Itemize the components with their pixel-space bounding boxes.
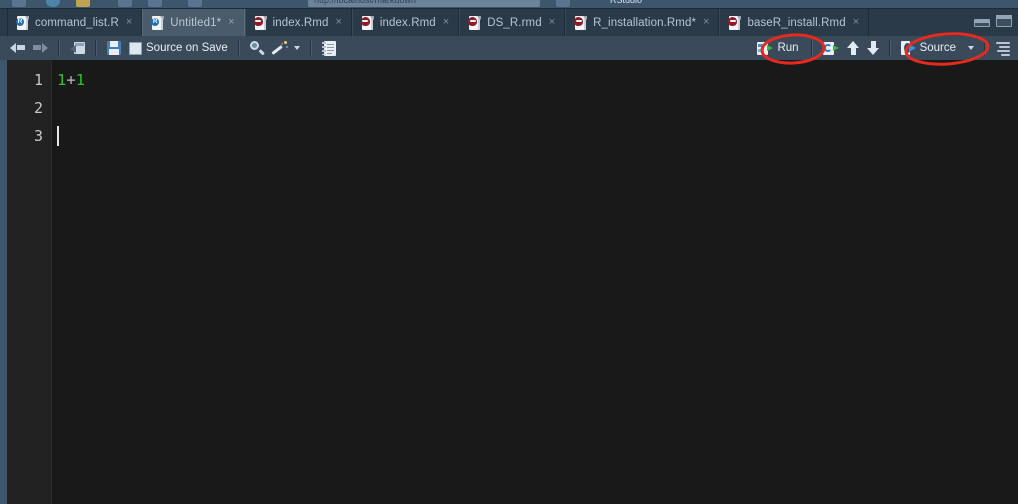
close-icon[interactable]: × [335, 16, 341, 28]
editor-tab-label: command_list.R [35, 16, 119, 29]
run-label: Run [777, 42, 799, 54]
run-icon [757, 41, 774, 55]
forward-arrow-icon [33, 42, 48, 54]
text-cursor [57, 126, 59, 146]
editor-tab-label: baseR_install.Rmd [747, 16, 846, 29]
find-replace-button[interactable] [246, 38, 268, 58]
previous-chunk-icon [846, 41, 859, 55]
editor-tab-label: index.Rmd [379, 16, 436, 29]
editor-tab-label: Untitled1* [170, 16, 222, 29]
editor-tab-label: index.Rmd [272, 16, 329, 29]
toolbar-divider [309, 40, 312, 56]
close-icon[interactable]: × [549, 16, 555, 28]
editor-left-strip [0, 60, 7, 504]
rmarkdown-icon [253, 15, 267, 30]
editor-tab-label: R_installation.Rmd* [593, 16, 697, 29]
code-token: 1 [57, 71, 67, 89]
compile-report-button[interactable] [318, 38, 340, 58]
save-button[interactable] [103, 38, 125, 58]
chevron-down-icon [293, 46, 300, 50]
chrome-icon-3 [76, 0, 90, 7]
code-tools-wand-icon [271, 41, 288, 55]
previous-chunk-button[interactable] [843, 38, 863, 58]
source-button[interactable]: Source [897, 38, 978, 58]
code-token: 1 [75, 71, 86, 89]
toolbar-divider [95, 40, 97, 56]
document-outline-button[interactable] [992, 38, 1014, 58]
rmarkdown-icon [468, 15, 482, 30]
rmarkdown-icon [360, 15, 374, 30]
rmarkdown-icon [728, 15, 742, 30]
maximize-pane-button[interactable] [996, 15, 1012, 27]
document-outline-icon [996, 41, 1010, 56]
forward-button[interactable] [29, 38, 52, 58]
code-tools-button[interactable] [268, 38, 304, 58]
toolbar-divider [888, 40, 891, 56]
toolbar-divider [58, 40, 60, 56]
find-replace-icon [249, 41, 265, 55]
chrome-icon-5 [148, 0, 162, 7]
chrome-icon-2 [46, 0, 60, 7]
rstudio-source-pane-screenshot: http://localhost/markdown RStudio Rcomma… [0, 0, 1018, 504]
run-button[interactable]: Run [753, 38, 802, 58]
next-chunk-icon [866, 41, 879, 55]
source-on-save-toggle[interactable]: Source on Save [125, 38, 232, 58]
toolbar-divider [237, 40, 240, 56]
close-icon[interactable]: × [443, 16, 449, 28]
chrome-icon-6 [188, 0, 202, 7]
editor-tab[interactable]: index.Rmd × [244, 9, 352, 36]
editor-toolbar: Source on Save Run Source [0, 36, 1018, 61]
r-script-icon: R [151, 15, 165, 30]
rerun-previous-icon [822, 41, 839, 55]
chrome-icon-1 [12, 0, 26, 7]
close-icon[interactable]: × [853, 16, 859, 28]
source-label: Source [919, 42, 956, 54]
toolbar-divider [984, 40, 986, 56]
save-icon [107, 41, 121, 55]
checkbox-icon [129, 41, 142, 55]
rerun-previous-button[interactable] [819, 38, 843, 58]
back-button[interactable] [6, 38, 29, 58]
code-text-area[interactable]: 1+1 [53, 60, 1018, 504]
os-browser-chrome-sliver: http://localhost/markdown RStudio [0, 0, 1018, 9]
code-token: + [66, 71, 76, 89]
close-icon[interactable]: × [126, 16, 132, 28]
chrome-icon-4 [118, 0, 132, 7]
editor-tab[interactable]: Rcommand_list.R × [7, 9, 143, 36]
editor-tab[interactable]: baseR_install.Rmd × [719, 9, 870, 36]
browser-url-text: http://localhost/markdown [314, 0, 417, 5]
close-icon[interactable]: × [703, 16, 709, 28]
compile-report-icon [321, 40, 336, 56]
editor-tab[interactable]: R Untitled1* × [142, 9, 245, 36]
line-number-gutter: 1 2 3 [7, 60, 52, 504]
code-line[interactable]: 1+1 [57, 66, 85, 94]
pane-window-controls [974, 15, 1012, 27]
line-number: 3 [33, 127, 43, 145]
r-script-icon: R [16, 15, 29, 30]
code-editor[interactable]: 123 1+1 [0, 60, 1018, 504]
chevron-down-icon [968, 46, 974, 50]
chrome-icon-7 [556, 0, 570, 7]
source-icon [900, 41, 916, 55]
editor-tab[interactable]: index.Rmd × [351, 9, 460, 36]
os-window-title: RStudio [610, 0, 643, 5]
editor-tab[interactable]: R_installation.Rmd* × [565, 9, 720, 36]
editor-tab[interactable]: DS_R.rmd × [459, 9, 566, 36]
source-on-save-label: Source on Save [146, 42, 228, 54]
toolbar-divider [810, 40, 813, 56]
source-pane: Rcommand_list.R × R Untitled1* × index.Rmd × in… [0, 9, 1018, 504]
show-in-new-window-button[interactable] [66, 38, 89, 58]
line-number: 1 [33, 71, 43, 89]
back-arrow-icon [10, 42, 25, 54]
minimize-pane-button[interactable] [974, 19, 990, 27]
next-chunk-button[interactable] [863, 38, 883, 58]
editor-tab-bar: Rcommand_list.R × R Untitled1* × index.Rmd × in… [0, 9, 1018, 37]
close-icon[interactable]: × [228, 16, 234, 28]
line-number: 2 [33, 99, 43, 117]
show-in-new-window-icon [70, 41, 85, 55]
rmarkdown-icon [574, 15, 588, 30]
editor-tab-label: DS_R.rmd [487, 16, 542, 29]
